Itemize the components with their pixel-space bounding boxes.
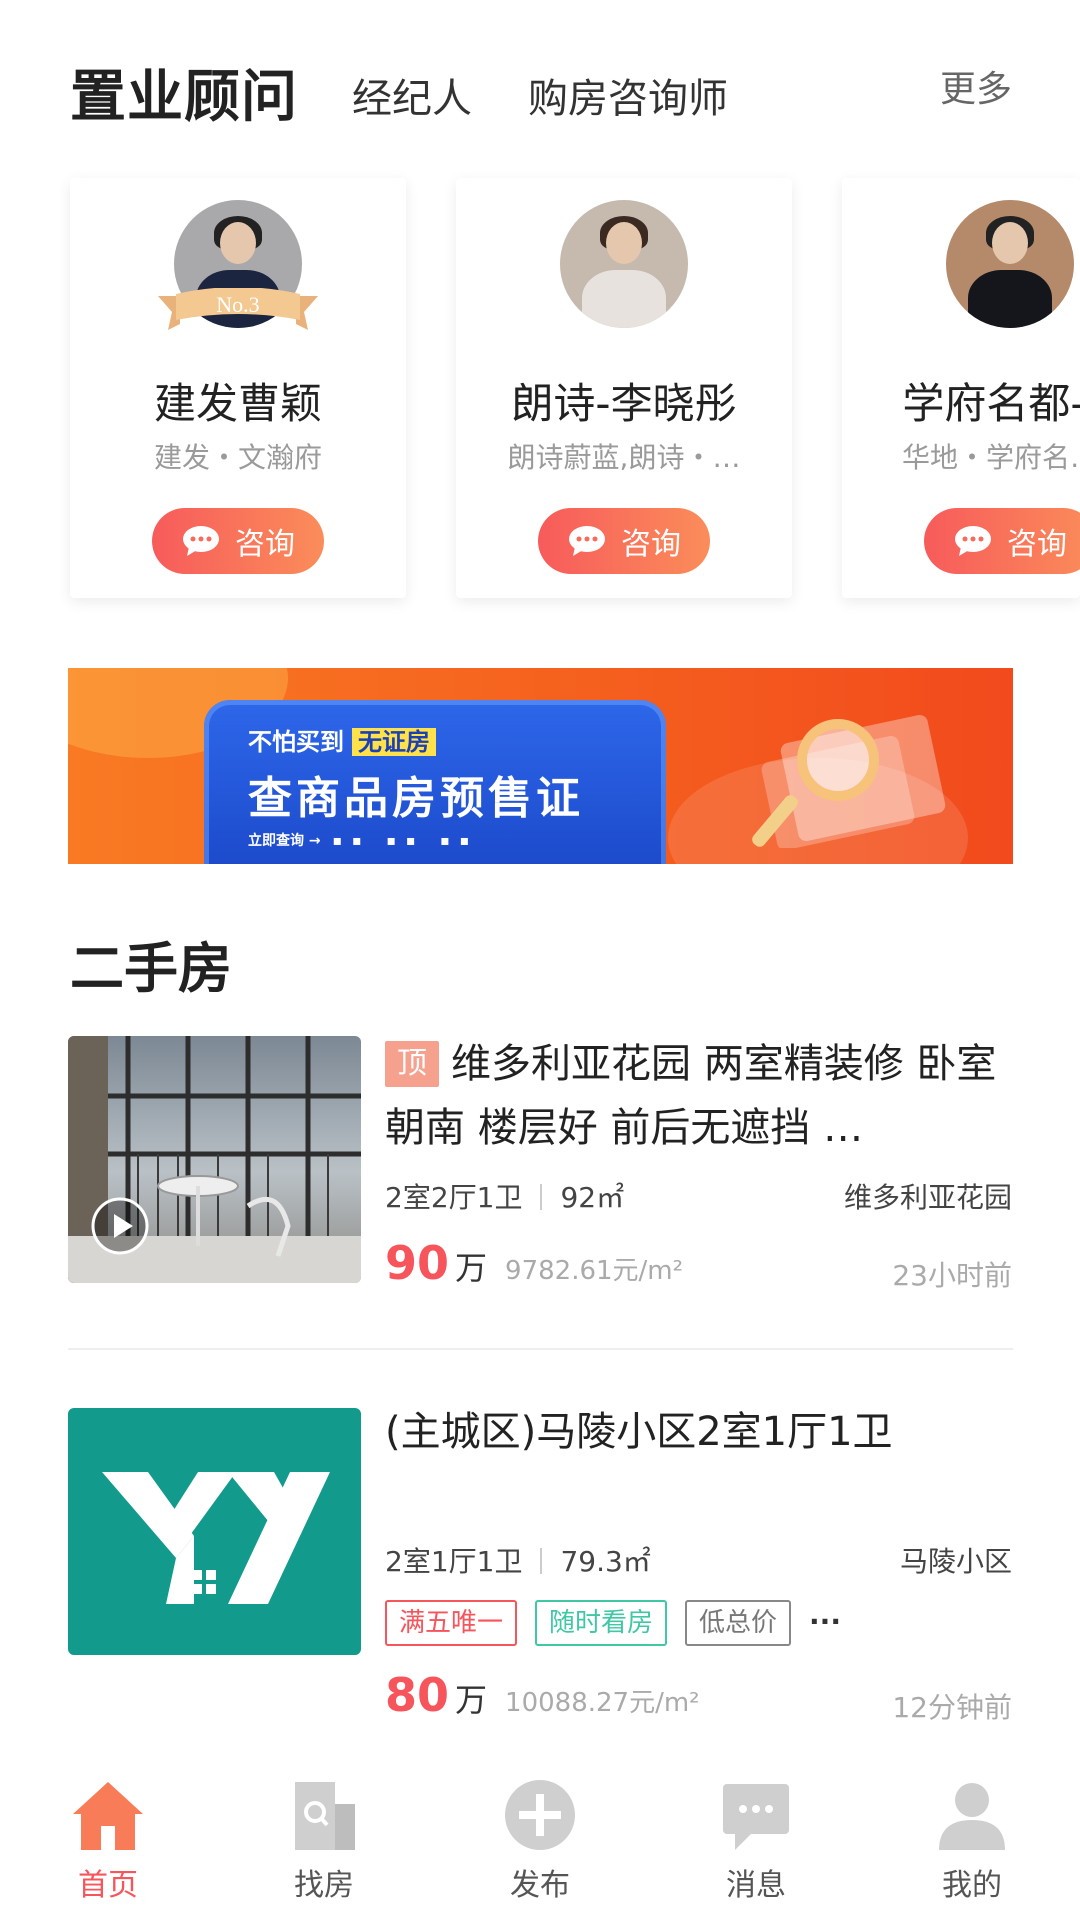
nav-find-house[interactable]: 找房 [216, 1760, 432, 1909]
nav-home-label: 首页 [78, 1868, 138, 1903]
nav-publish-label: 发布 [510, 1868, 570, 1903]
rank-badge: No.3 [216, 292, 260, 317]
advisor-name: 朗诗-李晓彤 [511, 379, 737, 428]
play-video-icon[interactable] [90, 1196, 150, 1256]
listings-section-title: 二手房 [70, 937, 232, 1000]
listing-price: 90 万 9782.61元/m² [385, 1236, 684, 1290]
advisor-name: 建发曹颖 [153, 379, 322, 428]
banner-panel: 不怕买到 无证房 查商品房预售证 立即查询 → ▪▪ ▪▪ ▪▪ [204, 700, 666, 864]
nav-find-house-label: 找房 [294, 1868, 354, 1903]
listing-thumbnail[interactable] [68, 1036, 361, 1283]
advisor-name: 学府名都-… [902, 379, 1080, 428]
presale-certificate-banner[interactable]: 不怕买到 无证房 查商品房预售证 立即查询 → ▪▪ ▪▪ ▪▪ [68, 668, 1013, 864]
bottom-nav: 首页 找房 发布 消息 我的 [0, 1760, 1080, 1909]
consult-button-label: 咨询 [235, 527, 295, 562]
advisor-card[interactable]: 朗诗-李晓彤 朗诗蔚蓝,朗诗・… 咨询 [456, 178, 792, 598]
listing-price: 80 万 10088.27元/m² [385, 1668, 700, 1722]
yy-logo-icon [102, 1472, 330, 1604]
banner-cta: 立即查询 → ▪▪ ▪▪ ▪▪ [248, 833, 480, 849]
listing-title[interactable]: 顶维多利亚花园 两室精装修 卧室朝南 楼层好 前后无遮挡 … [385, 1032, 1015, 1160]
listing-layout: 2室2厅1卫 [385, 1181, 523, 1214]
consult-button-label: 咨询 [621, 527, 681, 562]
tag-low-price: 低总价 [685, 1600, 792, 1646]
avatar: No.3 [158, 200, 318, 330]
listing-area: 79.3㎡ [560, 1545, 651, 1578]
advisor-card[interactable]: 学府名都-… 华地・学府名… 咨询 [842, 178, 1080, 598]
chat-bubble-icon [955, 526, 991, 556]
consult-button[interactable]: 咨询 [538, 508, 710, 574]
listing-meta: 2室1厅1卫 79.3㎡ [385, 1540, 651, 1580]
consult-button[interactable]: 咨询 [924, 508, 1080, 574]
tag-view-anytime: 随时看房 [535, 1600, 668, 1646]
home-icon [73, 1782, 143, 1850]
advisor-project: 朗诗蔚蓝,朗诗・… [507, 441, 741, 474]
advisors-section-title: 置业顾问 [70, 65, 298, 130]
tag-five-unique: 满五唯一 [385, 1600, 518, 1646]
banner-headline: 查商品房预售证 [248, 773, 584, 824]
magnifier-icon [752, 714, 946, 848]
listing-unit-price: 10088.27元/m² [505, 1688, 700, 1718]
listing-tags: 满五唯一 随时看房 低总价 ··· [385, 1600, 841, 1646]
avatar [560, 200, 688, 328]
listing-time: 12分钟前 [892, 1691, 1012, 1724]
listing-thumbnail[interactable] [68, 1408, 361, 1655]
listing-area: 92㎡ [560, 1181, 625, 1214]
consult-button-label: 咨询 [1007, 527, 1067, 562]
building-search-icon [295, 1782, 355, 1850]
advisor-card[interactable]: No.3 建发曹颖 建发・文瀚府 咨询 [70, 178, 406, 598]
banner-tag: 无证房 [352, 728, 436, 756]
listing-title[interactable]: (主城区)马陵小区2室1厅1卫 [385, 1400, 1015, 1464]
advisor-project: 建发・文瀚府 [153, 441, 322, 474]
nav-mine-label: 我的 [942, 1868, 1002, 1903]
user-icon [939, 1783, 1005, 1850]
listing-divider [68, 1348, 1013, 1350]
listing-unit-price: 9782.61元/m² [505, 1256, 684, 1286]
consult-button[interactable]: 咨询 [152, 508, 324, 574]
top-badge: 顶 [385, 1041, 439, 1087]
listing-meta: 2室2厅1卫 92㎡ [385, 1176, 624, 1216]
nav-messages-label: 消息 [726, 1868, 786, 1903]
message-icon [723, 1784, 789, 1850]
chat-bubble-icon [183, 526, 219, 556]
more-link[interactable]: 更多 [940, 60, 1012, 112]
nav-mine[interactable]: 我的 [864, 1760, 1080, 1909]
listing-time: 23小时前 [892, 1259, 1012, 1292]
listing-layout: 2室1厅1卫 [385, 1545, 523, 1578]
tab-agents[interactable]: 经纪人 [352, 66, 472, 124]
banner-line1: 不怕买到 无证房 [248, 722, 436, 757]
advisor-project: 华地・学府名… [902, 441, 1080, 474]
more-tags-icon: ··· [809, 1605, 841, 1638]
avatar [946, 200, 1074, 328]
chat-bubble-icon [569, 526, 605, 556]
nav-publish[interactable]: 发布 [432, 1760, 648, 1909]
tab-consultants[interactable]: 购房咨询师 [528, 66, 728, 124]
listing-community: 马陵小区 [899, 1545, 1012, 1578]
nav-messages[interactable]: 消息 [648, 1760, 864, 1909]
listing-community: 维多利亚花园 [843, 1181, 1012, 1214]
nav-home[interactable]: 首页 [0, 1760, 216, 1909]
plus-circle-icon [505, 1780, 575, 1850]
